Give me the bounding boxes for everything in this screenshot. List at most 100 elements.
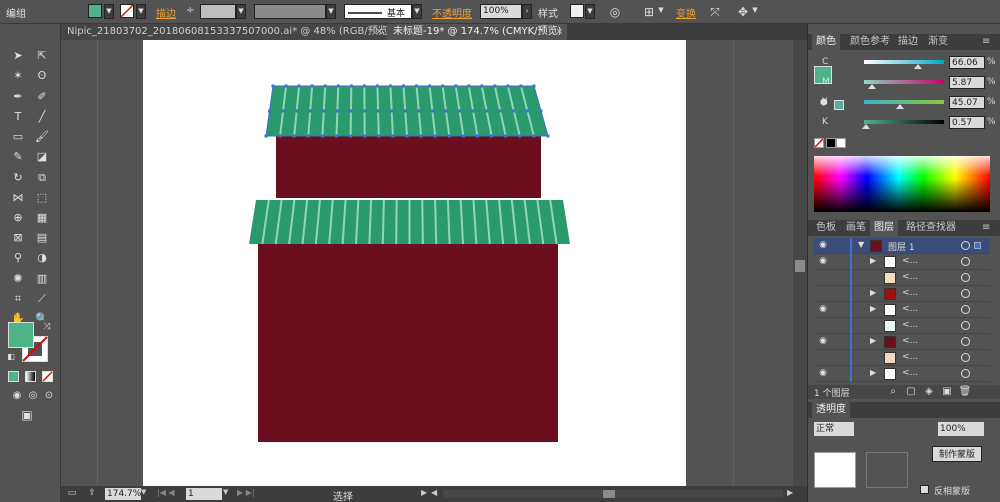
slider-y-track[interactable]	[864, 100, 944, 104]
sublayer-name[interactable]: <...	[902, 288, 918, 298]
gradient-tool-icon[interactable]: ▤	[33, 229, 51, 247]
paintbrush-tool-icon[interactable]: 🖌	[33, 128, 51, 146]
anchor-point[interactable]	[278, 134, 282, 138]
slider-c-track[interactable]	[864, 60, 944, 64]
vertical-scrollbar[interactable]	[793, 40, 807, 486]
eye-hidden-slot[interactable]	[816, 320, 830, 332]
fill-swatch[interactable]	[88, 4, 102, 18]
pencil-tool-icon[interactable]: ✎	[9, 148, 27, 166]
anchor-point[interactable]	[306, 134, 310, 138]
anchor-point[interactable]	[377, 134, 381, 138]
tab-color[interactable]: 颜色	[812, 34, 840, 50]
sublayer-row[interactable]: <...	[814, 350, 990, 366]
opacity-arrow[interactable]: ›	[522, 4, 532, 19]
color-spectrum[interactable]	[814, 156, 990, 212]
hscroll-right-icon[interactable]: ▶	[787, 488, 797, 500]
anchor-point[interactable]	[391, 134, 395, 138]
anchor-point[interactable]	[454, 84, 458, 88]
anchor-point[interactable]	[512, 109, 516, 113]
first-page-icon[interactable]: |◀ ◀	[157, 488, 183, 500]
share-icon[interactable]: ⇪	[85, 488, 99, 500]
layer-selection-indicator[interactable]	[974, 242, 981, 249]
anchor-point[interactable]	[504, 134, 508, 138]
slider-y[interactable]: Y 45.07 %	[814, 96, 996, 110]
anchor-point[interactable]	[532, 84, 536, 88]
anchor-point[interactable]	[362, 84, 366, 88]
none-mode-icon[interactable]	[42, 371, 53, 382]
new-layer-icon[interactable]: ▣	[940, 385, 954, 399]
blend-tool-icon[interactable]: ◑	[33, 249, 51, 267]
rotate-tool-icon[interactable]: ↻	[9, 169, 27, 187]
brush-dropdown-arrow[interactable]: ▼	[412, 4, 422, 19]
color-mode-icon[interactable]	[8, 371, 19, 382]
sublayer-row[interactable]: ◉ ▶ <...	[814, 302, 990, 318]
anchor-point[interactable]	[297, 84, 301, 88]
anchor-point[interactable]	[441, 84, 445, 88]
anchor-point[interactable]	[281, 109, 285, 113]
anchor-point[interactable]	[310, 84, 314, 88]
invert-mask-checkbox[interactable]	[920, 485, 929, 494]
close-icon[interactable]: ×	[375, 24, 383, 40]
variable-width-field[interactable]	[254, 4, 326, 19]
screen-mode-icon[interactable]: ▣	[18, 406, 36, 424]
sublayer-row[interactable]: ◉ ▶ <...	[814, 366, 990, 382]
artboard-tool-icon[interactable]: ⌗	[9, 290, 27, 308]
anchor-point[interactable]	[376, 109, 380, 113]
anchor-point[interactable]	[467, 84, 471, 88]
expand-arrow-icon[interactable]: ▶	[870, 288, 876, 297]
anchor-point[interactable]	[444, 109, 448, 113]
slice-tool-icon[interactable]: ⟋	[33, 290, 51, 308]
type-tool-icon[interactable]: T	[9, 108, 27, 126]
eye-hidden-slot[interactable]	[816, 352, 830, 364]
blend-mode-field[interactable]: 正常	[814, 422, 854, 436]
sublayer-name[interactable]: <...	[902, 352, 918, 362]
column-graph-tool-icon[interactable]: ▥	[33, 270, 51, 288]
eye-hidden-slot[interactable]	[816, 288, 830, 300]
status-menu-arrow[interactable]: ▶	[421, 488, 429, 500]
anchor-point[interactable]	[388, 84, 392, 88]
anchor-point[interactable]	[402, 84, 405, 88]
stroke-weight-arrow[interactable]: ▼	[236, 4, 246, 19]
anchor-point[interactable]	[335, 134, 338, 138]
pen-tool-icon[interactable]: ✒	[9, 88, 27, 106]
slider-k-knob[interactable]	[862, 124, 870, 129]
anchor-point[interactable]	[419, 134, 423, 138]
anchor-point[interactable]	[284, 84, 288, 88]
sublayer-target-icon[interactable]	[961, 353, 970, 362]
artboard-nav-icon[interactable]: ▭	[65, 488, 79, 500]
anchor-point[interactable]	[271, 84, 275, 88]
eye-icon[interactable]: ◉	[816, 256, 830, 268]
anchor-point[interactable]	[480, 84, 484, 88]
tab-layers[interactable]: 图层	[870, 220, 898, 236]
sublayer-row[interactable]: <...	[814, 270, 990, 286]
lasso-tool-icon[interactable]: ʘ	[33, 67, 51, 85]
eye-icon[interactable]: ◉	[816, 368, 830, 380]
lower-wall[interactable]	[258, 244, 558, 442]
transparency-opacity-field[interactable]: 100%	[938, 422, 984, 436]
stroke-spinner-icon[interactable]: ÷	[186, 5, 194, 16]
anchor-point[interactable]	[320, 134, 324, 138]
anchor-point[interactable]	[458, 109, 462, 113]
anchor-point[interactable]	[498, 109, 502, 113]
stroke-dropdown-arrow[interactable]: ▼	[136, 4, 146, 19]
hscroll-thumb[interactable]	[603, 490, 615, 498]
anchor-point[interactable]	[308, 109, 312, 113]
gradient-mode-icon[interactable]	[25, 371, 36, 382]
fill-color-box-front[interactable]	[8, 322, 34, 348]
anchor-point[interactable]	[295, 109, 299, 113]
anchor-point[interactable]	[390, 109, 394, 113]
eye-icon[interactable]: ◉	[816, 240, 830, 252]
width-tool-icon[interactable]: ⋈	[9, 189, 27, 207]
expand-arrow-icon[interactable]: ▼	[858, 240, 864, 249]
black-swatch[interactable]	[826, 138, 836, 148]
slider-m[interactable]: M 5.87 %	[814, 76, 996, 90]
white-swatch[interactable]	[836, 138, 846, 148]
mesh-tool-icon[interactable]: ⊠	[9, 229, 27, 247]
eye-icon[interactable]: ◉	[816, 304, 830, 316]
close-icon[interactable]: ×	[555, 24, 563, 40]
anchor-point[interactable]	[532, 134, 536, 138]
swap-fill-stroke-icon[interactable]: ⤨	[38, 318, 56, 336]
anchor-point[interactable]	[546, 134, 550, 138]
none-swatch[interactable]	[814, 138, 824, 148]
style-dropdown-arrow[interactable]: ▼	[585, 4, 595, 19]
